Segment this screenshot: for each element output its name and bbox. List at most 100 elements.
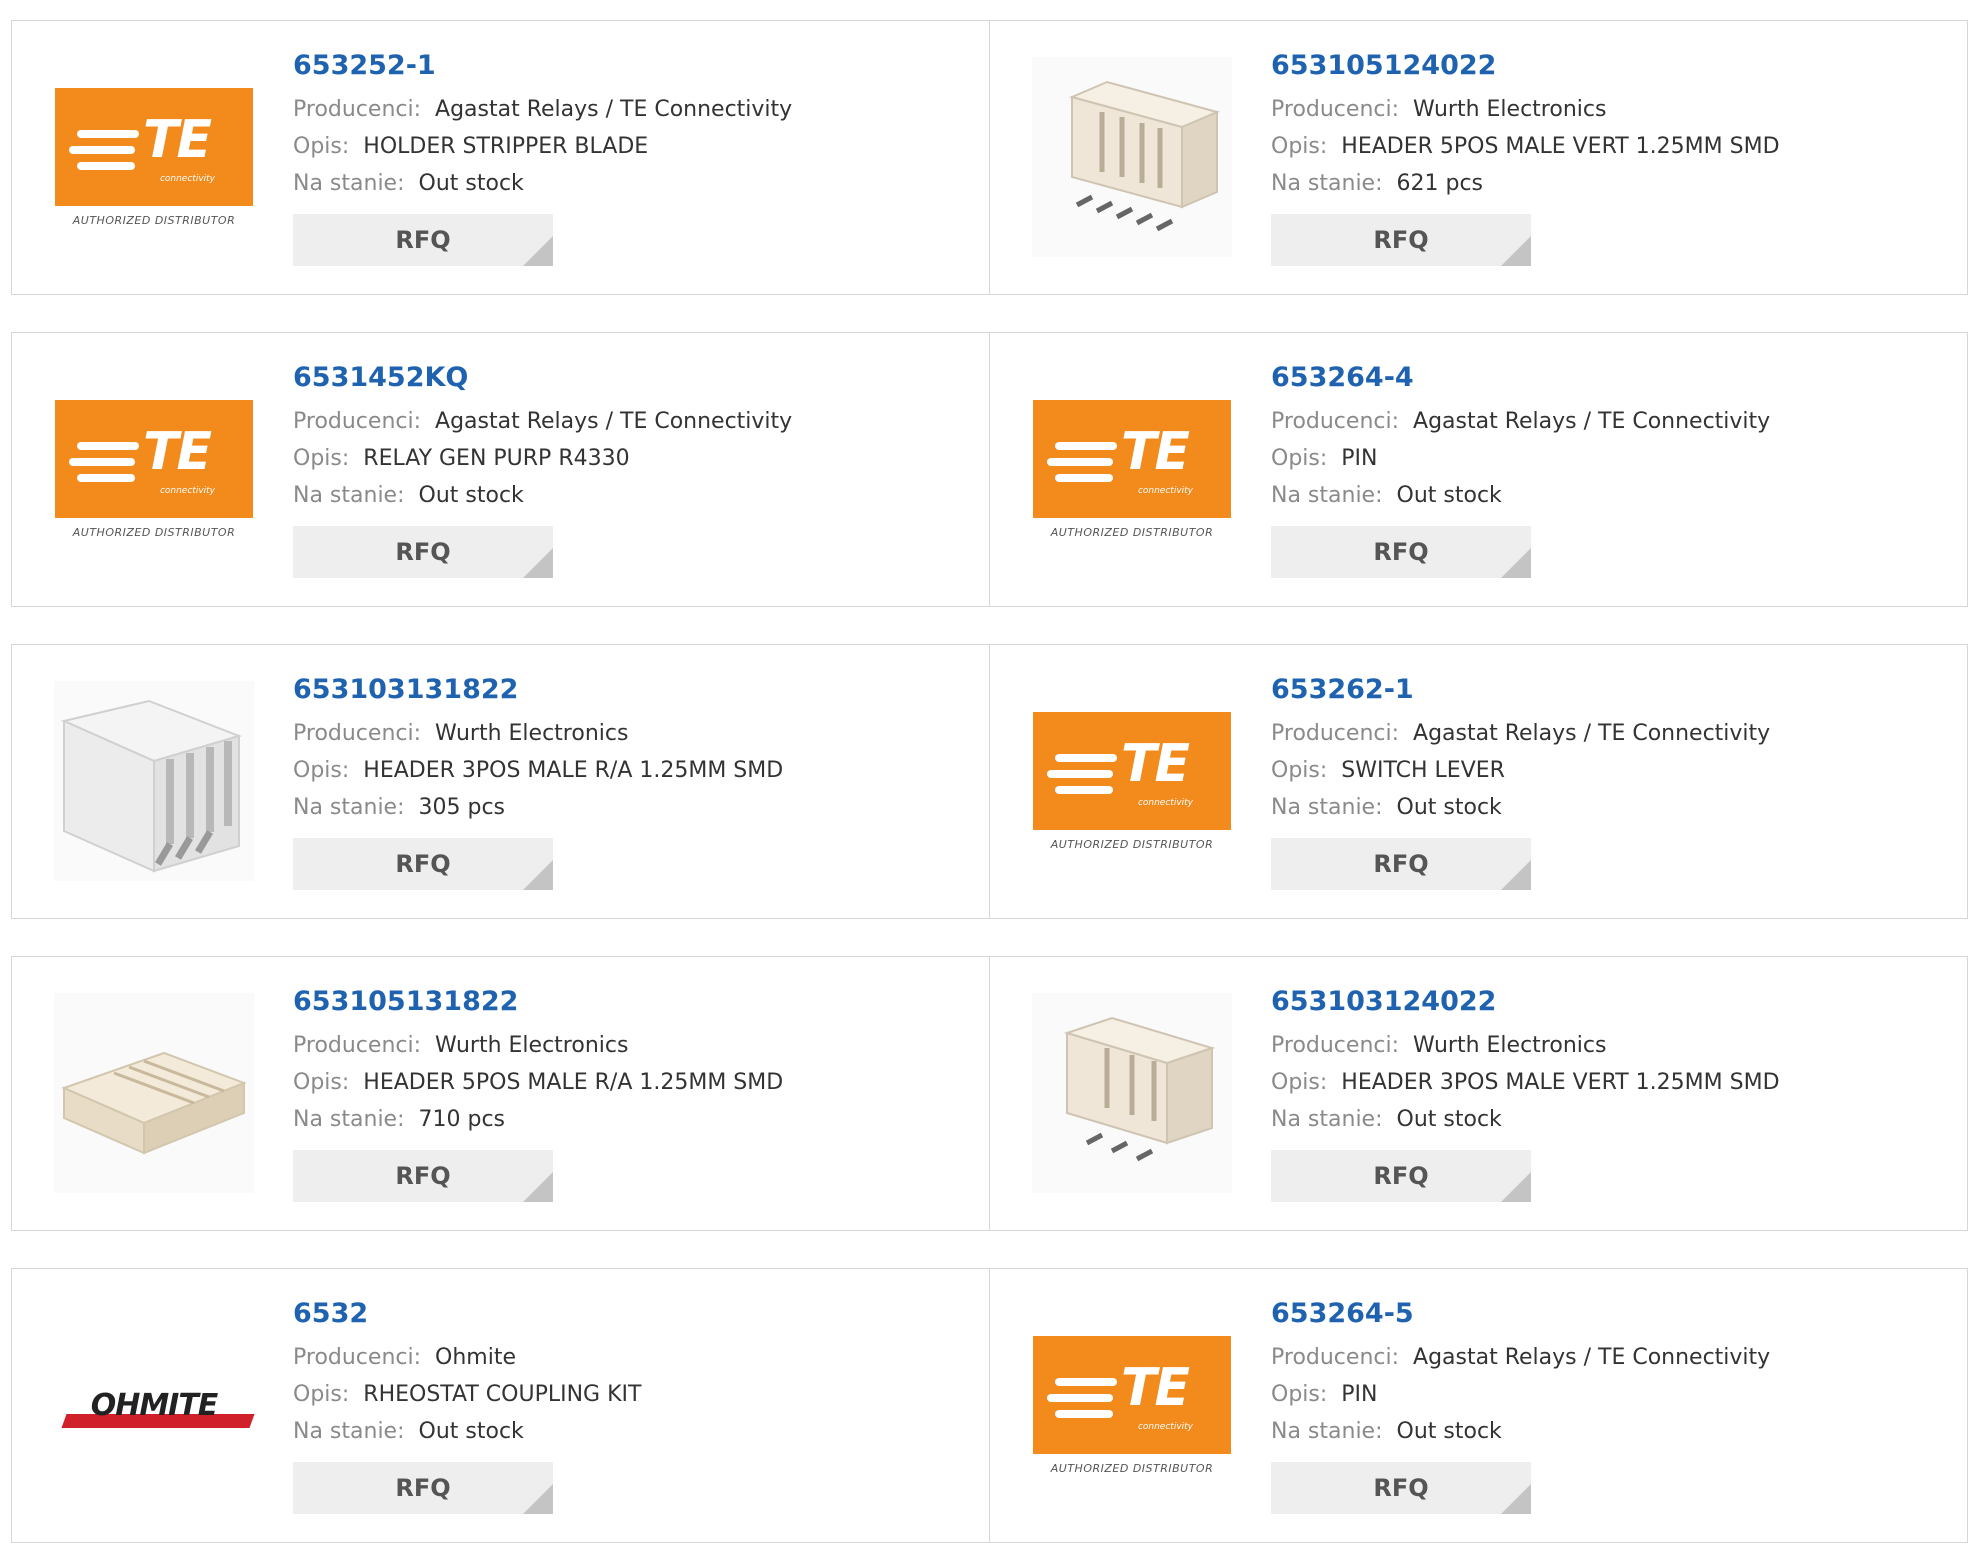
rfq-button[interactable]: RFQ bbox=[1271, 1462, 1531, 1514]
corner-triangle-icon bbox=[523, 236, 553, 266]
vertical-header-icon bbox=[1032, 993, 1232, 1193]
product-info: 653264-5 Producenci: Agastat Relays / TE … bbox=[1271, 1297, 1947, 1514]
product-image[interactable]: TE connectivity AUTHORIZED DISTRIBUTOR bbox=[1032, 681, 1232, 881]
te-logo-box: TE connectivity bbox=[1033, 399, 1231, 518]
product-image[interactable]: OHMITE bbox=[54, 1305, 255, 1505]
stock-value: Out stock bbox=[418, 171, 524, 196]
part-number-link[interactable]: 653103131822 bbox=[293, 673, 969, 707]
part-number-link[interactable]: 653252-1 bbox=[293, 49, 969, 83]
stock-value: Out stock bbox=[418, 1419, 524, 1444]
product-card: 653103124022 Producenci: Wurth Electronic… bbox=[989, 956, 1968, 1231]
authorized-distributor-text: AUTHORIZED DISTRIBUTOR bbox=[1050, 837, 1214, 851]
description-row: Opis: HOLDER STRIPPER BLADE bbox=[293, 128, 969, 165]
stock-label: Na stanie: bbox=[1271, 795, 1383, 820]
manufacturer-row: Producenci: Agastat Relays / TE Connectiv… bbox=[1271, 1339, 1947, 1376]
te-logo-subtitle: connectivity bbox=[1137, 797, 1193, 808]
rfq-button[interactable]: RFQ bbox=[293, 214, 553, 266]
stock-row: Na stanie: 305 pcs bbox=[293, 789, 969, 826]
authorized-distributor-text: AUTHORIZED DISTRIBUTOR bbox=[72, 213, 236, 227]
manufacturer-value: Agastat Relays / TE Connectivity bbox=[435, 409, 793, 434]
product-image[interactable] bbox=[54, 993, 254, 1193]
part-number-link[interactable]: 653264-4 bbox=[1271, 361, 1947, 395]
manufacturer-label: Producenci: bbox=[1271, 721, 1400, 746]
corner-triangle-icon bbox=[523, 860, 553, 890]
right-angle-header-icon bbox=[54, 681, 254, 881]
part-number-link[interactable]: 653105124022 bbox=[1271, 49, 1947, 83]
manufacturer-value: Ohmite bbox=[435, 1345, 516, 1370]
rfq-button[interactable]: RFQ bbox=[293, 1462, 553, 1514]
stock-value: Out stock bbox=[1396, 795, 1502, 820]
description-value: PIN bbox=[1341, 446, 1378, 471]
authorized-distributor-text: AUTHORIZED DISTRIBUTOR bbox=[1050, 525, 1214, 539]
product-card: TE connectivity AUTHORIZED DISTRIBUTOR 6… bbox=[989, 644, 1968, 919]
product-image[interactable]: TE connectivity AUTHORIZED DISTRIBUTOR bbox=[54, 369, 254, 569]
product-image[interactable]: TE connectivity AUTHORIZED DISTRIBUTOR bbox=[1032, 1305, 1232, 1505]
description-value: HOLDER STRIPPER BLADE bbox=[363, 134, 649, 159]
part-number-link[interactable]: 653262-1 bbox=[1271, 673, 1947, 707]
te-logo-box: TE connectivity bbox=[1033, 711, 1231, 830]
rfq-button[interactable]: RFQ bbox=[293, 838, 553, 890]
manufacturer-value: Wurth Electronics bbox=[1413, 97, 1607, 122]
product-image[interactable]: TE connectivity AUTHORIZED DISTRIBUTOR bbox=[1032, 369, 1232, 569]
stock-label: Na stanie: bbox=[293, 483, 405, 508]
description-label: Opis: bbox=[293, 1382, 350, 1407]
description-row: Opis: PIN bbox=[1271, 1376, 1947, 1413]
product-card: TE connectivity AUTHORIZED DISTRIBUTOR 6… bbox=[989, 332, 1968, 607]
stock-row: Na stanie: Out stock bbox=[293, 165, 969, 202]
product-card: OHMITE 6532 Producenci: Ohmite Opis: RHEOS… bbox=[11, 1268, 990, 1543]
rfq-button[interactable]: RFQ bbox=[1271, 526, 1531, 578]
te-logo: TE connectivity AUTHORIZED DISTRIBUTOR bbox=[54, 399, 254, 539]
rfq-button-label: RFQ bbox=[1373, 850, 1429, 878]
description-value: PIN bbox=[1341, 1382, 1378, 1407]
part-number-link[interactable]: 653264-5 bbox=[1271, 1297, 1947, 1331]
rfq-button-label: RFQ bbox=[395, 538, 451, 566]
te-logo-subtitle: connectivity bbox=[1137, 485, 1193, 496]
stock-label: Na stanie: bbox=[293, 1107, 405, 1132]
part-number-link[interactable]: 653103124022 bbox=[1271, 985, 1947, 1019]
product-image[interactable] bbox=[1032, 993, 1232, 1193]
manufacturer-label: Producenci: bbox=[1271, 409, 1400, 434]
description-label: Opis: bbox=[1271, 446, 1328, 471]
rfq-button[interactable]: RFQ bbox=[1271, 1150, 1531, 1202]
product-info: 653103124022 Producenci: Wurth Electronic… bbox=[1271, 985, 1947, 1202]
manufacturer-value: Agastat Relays / TE Connectivity bbox=[1413, 721, 1771, 746]
stock-value: 305 pcs bbox=[418, 795, 506, 820]
corner-triangle-icon bbox=[1501, 860, 1531, 890]
manufacturer-value: Agastat Relays / TE Connectivity bbox=[1413, 1345, 1771, 1370]
stock-value: 710 pcs bbox=[418, 1107, 506, 1132]
rfq-button[interactable]: RFQ bbox=[1271, 838, 1531, 890]
product-card: 653105131822 Producenci: Wurth Electronic… bbox=[11, 956, 990, 1231]
corner-triangle-icon bbox=[1501, 548, 1531, 578]
stock-row: Na stanie: Out stock bbox=[1271, 477, 1947, 514]
product-info: 653252-1 Producenci: Agastat Relays / TE … bbox=[293, 49, 969, 266]
manufacturer-row: Producenci: Ohmite bbox=[293, 1339, 969, 1376]
stock-value: Out stock bbox=[1396, 1107, 1502, 1132]
description-label: Opis: bbox=[1271, 758, 1328, 783]
stock-row: Na stanie: Out stock bbox=[1271, 789, 1947, 826]
product-card: 653103131822 Producenci: Wurth Electronic… bbox=[11, 644, 990, 919]
side-header-icon bbox=[54, 993, 254, 1193]
manufacturer-row: Producenci: Agastat Relays / TE Connectiv… bbox=[1271, 715, 1947, 752]
rfq-button[interactable]: RFQ bbox=[293, 1150, 553, 1202]
te-logo-subtitle: connectivity bbox=[1137, 1421, 1193, 1432]
product-image[interactable] bbox=[54, 681, 254, 881]
product-grid: TE connectivity AUTHORIZED DISTRIBUTOR 6… bbox=[0, 0, 1968, 1543]
stock-value: Out stock bbox=[1396, 1419, 1502, 1444]
description-label: Opis: bbox=[293, 134, 350, 159]
part-number-link[interactable]: 6531452KQ bbox=[293, 361, 969, 395]
ohmite-logo-text: OHMITE bbox=[90, 1387, 219, 1423]
description-row: Opis: HEADER 5POS MALE VERT 1.25MM SMD bbox=[1271, 128, 1947, 165]
stock-row: Na stanie: Out stock bbox=[1271, 1101, 1947, 1138]
rfq-button-label: RFQ bbox=[395, 1474, 451, 1502]
product-image[interactable]: TE connectivity AUTHORIZED DISTRIBUTOR bbox=[54, 57, 254, 257]
rfq-button[interactable]: RFQ bbox=[293, 526, 553, 578]
manufacturer-value: Wurth Electronics bbox=[435, 721, 629, 746]
description-value: RELAY GEN PURP R4330 bbox=[363, 446, 630, 471]
part-number-link[interactable]: 6532 bbox=[293, 1297, 969, 1331]
part-number-link[interactable]: 653105131822 bbox=[293, 985, 969, 1019]
te-logo-box: TE connectivity bbox=[55, 399, 253, 518]
rfq-button[interactable]: RFQ bbox=[1271, 214, 1531, 266]
te-logo-letters: TE bbox=[1121, 733, 1190, 794]
te-logo-letters: TE bbox=[1121, 421, 1190, 482]
product-image[interactable] bbox=[1032, 57, 1232, 257]
